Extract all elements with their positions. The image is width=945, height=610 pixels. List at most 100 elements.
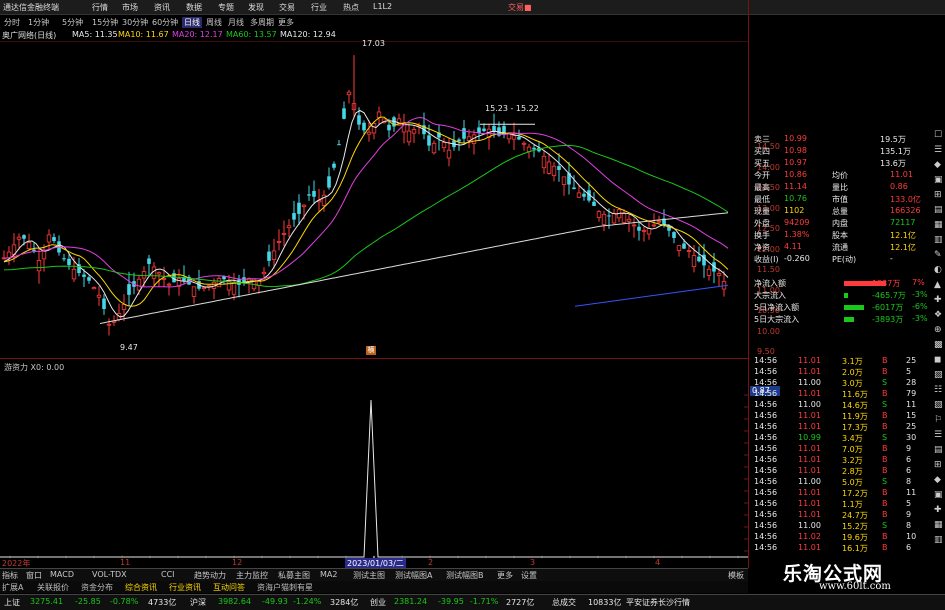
cy-label[interactable]: 创业 [370, 597, 386, 608]
indicator-tab[interactable]: 测试幅图B [446, 570, 484, 581]
menu-item-jiaoyi[interactable]: 交易 [279, 2, 295, 13]
indicator-tab[interactable]: MACD [50, 570, 74, 579]
candle-body [161, 278, 167, 280]
menu-item-hangye[interactable]: 行业 [311, 2, 327, 13]
trade-price: 11.01 [798, 510, 821, 519]
menu-item-faxian[interactable]: 发现 [248, 2, 264, 13]
menu-item-shichang[interactable]: 市场 [122, 2, 138, 13]
toolbar-icon[interactable]: ☐ [934, 130, 942, 140]
candle-body [271, 250, 277, 261]
quote-label2: 市值 [832, 195, 848, 204]
kline-svg[interactable] [0, 41, 748, 354]
info-tab[interactable]: 行业资讯 [169, 582, 201, 593]
indicator-tab[interactable]: 窗口 [26, 570, 42, 581]
flow-pct: 7% [912, 278, 925, 287]
indicator-tab[interactable]: VOL-TDX [92, 570, 127, 579]
candle-body [532, 147, 536, 150]
toolbar-icon[interactable]: ▥ [934, 535, 943, 545]
indicator-tab[interactable]: 更多 [497, 570, 513, 581]
info-tab[interactable]: 资金分布 [81, 582, 113, 593]
trade-time: 14:56 [754, 466, 778, 475]
indicator-tab[interactable]: 私募主图 [278, 570, 310, 581]
info-tab[interactable]: 综合资讯 [125, 582, 157, 593]
indicator-chart[interactable] [0, 375, 748, 560]
info-tab[interactable]: 关联报价 [37, 582, 69, 593]
toolbar-icon[interactable]: ☰ [934, 145, 942, 155]
toolbar-icon[interactable]: ◼ [934, 355, 941, 365]
cy-amount: 2727亿 [506, 598, 535, 607]
flow-value: -465.7万 [872, 291, 906, 300]
toolbar-icon[interactable]: ✎ [934, 250, 942, 260]
toolbar-icon[interactable]: ▥ [934, 235, 943, 245]
toolbar-icon[interactable]: ☷ [934, 385, 942, 395]
news-ticker[interactable]: 平安证券长沙行情 [626, 597, 690, 608]
menu-item-hangqing[interactable]: 行情 [92, 2, 108, 13]
info-tab[interactable]: 互动问答 [213, 582, 245, 593]
period-60min[interactable]: 60分钟 [152, 17, 178, 28]
flow-bar [844, 293, 848, 298]
period-more[interactable]: 更多 [278, 17, 294, 28]
period-daily[interactable]: 日线 [182, 17, 202, 28]
indicator-svg[interactable] [0, 375, 748, 560]
menu-item-shuju[interactable]: 数据 [186, 2, 202, 13]
toolbar-icon[interactable]: ▣ [934, 175, 943, 185]
trade-button[interactable]: 交易■ [508, 2, 532, 13]
indicator-tab[interactable]: 指标 [2, 570, 18, 581]
toolbar-icon[interactable]: ▨ [934, 370, 943, 380]
toolbar-icon[interactable]: ▧ [934, 400, 943, 410]
toolbar-icon[interactable]: ⊞ [934, 460, 942, 470]
toolbar-icon[interactable]: ✚ [934, 505, 942, 515]
toolbar-icon[interactable]: ◆ [934, 475, 941, 485]
indicator-tab[interactable]: CCI [161, 570, 175, 579]
watermark-url: www.60lt.com [819, 581, 891, 592]
candle-body [441, 142, 447, 149]
period-5min[interactable]: 5分钟 [62, 17, 83, 28]
indicator-tab[interactable]: 趋势动力 [194, 570, 226, 581]
period-fenshi[interactable]: 分时 [4, 17, 20, 28]
candle-body [541, 155, 547, 169]
sz-label[interactable]: 沪深 [190, 597, 206, 608]
indicator-tab[interactable]: 测试主图 [353, 570, 385, 581]
period-monthly[interactable]: 月线 [228, 17, 244, 28]
toolbar-icon[interactable]: ▲ [934, 280, 941, 290]
template-button[interactable]: 模板 [728, 570, 744, 581]
toolbar-icon[interactable]: ⊞ [934, 190, 942, 200]
sh-label[interactable]: 上证 [4, 597, 20, 608]
menu-item-l1l2[interactable]: L1L2 [373, 2, 392, 11]
trade-direction: S [882, 477, 888, 486]
toolbar-icon[interactable]: ▩ [934, 340, 943, 350]
candle-body [166, 283, 172, 286]
candlestick-chart[interactable]: 17.03 15.23 - 15.22 9.47 [0, 39, 748, 354]
toolbar-icon[interactable]: ▤ [934, 445, 943, 455]
indicator-tab[interactable]: 测试幅图A [395, 570, 432, 581]
indicator-tab[interactable]: 主力监控 [236, 570, 268, 581]
quote-value2: 11.01 [890, 170, 913, 179]
candle-body [557, 166, 561, 171]
menu-item-redian[interactable]: 热点 [343, 2, 359, 13]
toolbar-icon[interactable]: ◐ [934, 265, 942, 275]
menu-item-zixun[interactable]: 资讯 [154, 2, 170, 13]
toolbar-icon[interactable]: ▦ [934, 220, 943, 230]
period-15min[interactable]: 15分钟 [92, 17, 118, 28]
indicator-tab[interactable]: MA2 [320, 570, 337, 579]
indicator-tab[interactable]: 设置 [521, 570, 537, 581]
period-weekly[interactable]: 周线 [206, 17, 222, 28]
toolbar-icon[interactable]: ▣ [934, 490, 943, 500]
flow-row: 大宗流入 -465.7万 -3% [754, 290, 929, 301]
trade-volume: 2.0万 [842, 368, 863, 377]
menu-item-zhuanti[interactable]: 专题 [218, 2, 234, 13]
period-1min[interactable]: 1分钟 [28, 17, 49, 28]
toolbar-icon[interactable]: ◆ [934, 160, 941, 170]
toolbar-icon[interactable]: ✚ [934, 295, 942, 305]
period-multi[interactable]: 多周期 [250, 17, 274, 28]
toolbar-icon[interactable]: ▤ [934, 205, 943, 215]
info-tab[interactable]: 资海户猫刺有星 [257, 582, 313, 593]
toolbar-icon[interactable]: ⚐ [934, 415, 942, 425]
toolbar-icon[interactable]: ☰ [934, 430, 942, 440]
candle-body [191, 286, 197, 297]
toolbar-icon[interactable]: ⊕ [934, 325, 942, 335]
info-tab[interactable]: 扩展A [2, 582, 23, 593]
toolbar-icon[interactable]: ❖ [934, 310, 942, 320]
period-30min[interactable]: 30分钟 [122, 17, 148, 28]
toolbar-icon[interactable]: ▦ [934, 520, 943, 530]
